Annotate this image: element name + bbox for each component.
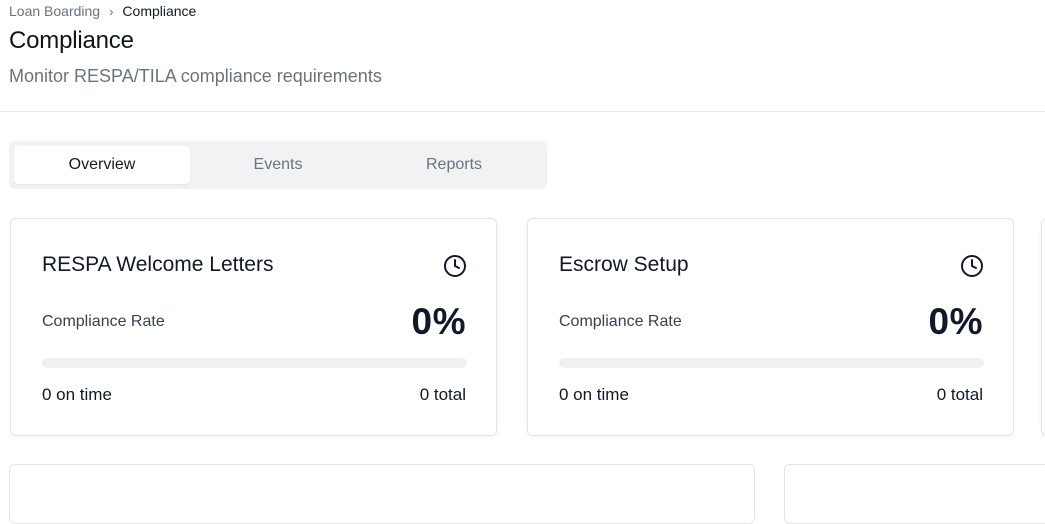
compliance-rate-value: 0% — [928, 301, 983, 342]
card-title: RESPA Welcome Letters — [42, 253, 274, 276]
tab-events[interactable]: Events — [190, 146, 366, 184]
bottom-panel-right — [784, 464, 1045, 524]
on-time-count: 0 on time — [42, 385, 112, 404]
compliance-rate-value: 0% — [411, 301, 466, 342]
page-subtitle: Monitor RESPA/TILA compliance requiremen… — [9, 66, 382, 86]
total-count: 0 total — [419, 385, 466, 404]
bottom-panel — [9, 464, 755, 524]
total-count: 0 total — [936, 385, 983, 404]
tab-reports[interactable]: Reports — [366, 146, 542, 184]
clock-icon — [444, 255, 466, 277]
breadcrumb-separator-icon: › — [109, 3, 114, 19]
breadcrumb-link-loan-boarding[interactable]: Loan Boarding — [9, 3, 100, 19]
compliance-card-partial — [1041, 218, 1045, 436]
clock-icon — [961, 255, 983, 277]
compliance-progress-bar — [42, 358, 467, 368]
card-title: Escrow Setup — [559, 253, 689, 276]
compliance-rate-label: Compliance Rate — [559, 313, 682, 330]
compliance-rate-label: Compliance Rate — [42, 313, 165, 330]
tab-bar: Overview Events Reports — [9, 141, 547, 189]
breadcrumb: Loan Boarding › Compliance — [9, 3, 196, 19]
tab-overview[interactable]: Overview — [14, 146, 190, 184]
page-title: Compliance — [9, 27, 134, 54]
compliance-card-respa-welcome-letters: RESPA Welcome Letters Compliance Rate 0%… — [10, 218, 497, 436]
compliance-progress-bar — [559, 358, 984, 368]
breadcrumb-current: Compliance — [122, 3, 197, 19]
compliance-card-escrow-setup: Escrow Setup Compliance Rate 0% 0 on tim… — [527, 218, 1014, 436]
page-header: Loan Boarding › Compliance Compliance Mo… — [0, 0, 1045, 112]
on-time-count: 0 on time — [559, 385, 629, 404]
